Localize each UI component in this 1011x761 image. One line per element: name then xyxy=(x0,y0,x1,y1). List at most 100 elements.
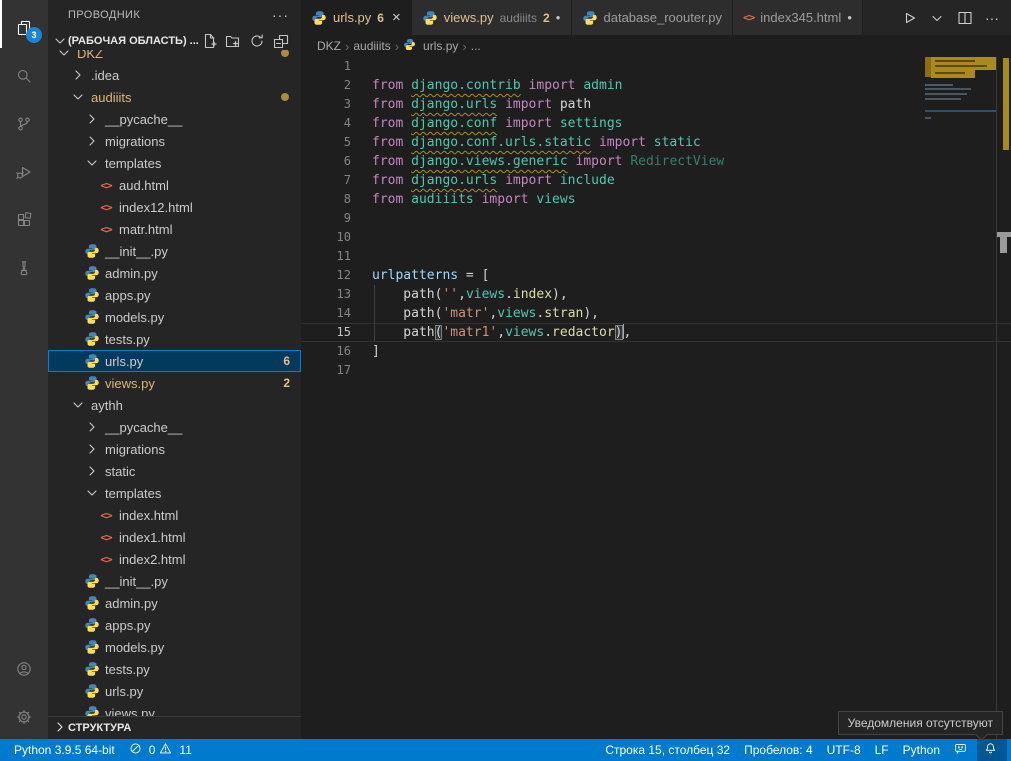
tree-item-__init__.py[interactable]: __init__.py xyxy=(48,240,301,262)
more-actions-icon[interactable]: ··· xyxy=(272,7,289,23)
tree-item-templates[interactable]: templates xyxy=(48,482,301,504)
tree-item-migrations[interactable]: migrations xyxy=(48,130,301,152)
tree-item-apps.py[interactable]: apps.py xyxy=(48,614,301,636)
statusbar-problems[interactable]: 011 xyxy=(122,739,199,761)
minimap[interactable] xyxy=(925,57,997,739)
statusbar-eol[interactable]: LF xyxy=(868,739,896,761)
code-token: , xyxy=(624,325,632,340)
new-folder-icon[interactable] xyxy=(225,33,241,49)
tree-item-index1.html[interactable]: <>index1.html xyxy=(48,526,301,548)
code-editor[interactable]: 12from django.contrib import admin3from … xyxy=(301,57,1011,739)
code-line-12[interactable]: 12urlpatterns = [ xyxy=(301,266,1011,285)
activitybar-item-accounts[interactable] xyxy=(0,641,48,689)
breadcrumb-item-urls.py[interactable]: urls.py xyxy=(403,38,458,54)
statusbar-notifications[interactable] xyxy=(977,739,1007,761)
statusbar-language-mode[interactable]: Python xyxy=(896,739,947,761)
tree-item-views.py[interactable]: views.py2 xyxy=(48,372,301,394)
tree-item-index.html[interactable]: <>index.html xyxy=(48,504,301,526)
tree-item-tests.py[interactable]: tests.py xyxy=(48,658,301,680)
breadcrumb: DKZ›audiiits›urls.py›... xyxy=(301,35,1011,57)
code-token: ), xyxy=(583,306,599,321)
tree-item-admin.py[interactable]: admin.py xyxy=(48,262,301,284)
refresh-icon[interactable] xyxy=(249,33,265,49)
tree-item-views.py[interactable]: views.py xyxy=(48,702,301,717)
new-file-icon[interactable] xyxy=(201,33,217,49)
code-line-8[interactable]: 8from audiiits import views xyxy=(301,190,1011,209)
more-actions-icon[interactable]: ··· xyxy=(985,10,999,26)
code-line-2[interactable]: 2from django.contrib import admin xyxy=(301,76,1011,95)
tree-item-matr.html[interactable]: <>matr.html xyxy=(48,218,301,240)
tree-item-.idea[interactable]: .idea xyxy=(48,64,301,86)
tree-item-__pycache__[interactable]: __pycache__ xyxy=(48,416,301,438)
tab-urls.py[interactable]: urls.py6× xyxy=(301,0,412,35)
code-line-11[interactable]: 11 xyxy=(301,247,1011,266)
code-line-3[interactable]: 3from django.urls import path xyxy=(301,95,1011,114)
run-dropdown-icon[interactable] xyxy=(929,10,945,26)
scrollbar[interactable] xyxy=(996,57,1011,739)
code-token: django.contrib xyxy=(411,78,521,93)
code-line-10[interactable]: 10 xyxy=(301,228,1011,247)
statusbar-feedback[interactable] xyxy=(947,739,977,761)
breadcrumb-item-...[interactable]: ... xyxy=(471,39,481,53)
code-line-16[interactable]: 16] xyxy=(301,342,1011,361)
tree-item-label: index.html xyxy=(119,508,178,523)
code-line-5[interactable]: 5from django.conf.urls.static import sta… xyxy=(301,133,1011,152)
extensions-icon xyxy=(16,208,32,224)
tree-item-migrations[interactable]: migrations xyxy=(48,438,301,460)
breadcrumb-item-DKZ[interactable]: DKZ xyxy=(317,39,341,53)
workspace-section-header[interactable]: (РАБОЧАЯ ОБЛАСТЬ) ... xyxy=(48,30,301,52)
activitybar-item-explorer[interactable]: 3 xyxy=(0,0,48,48)
activitybar-item-source-control[interactable] xyxy=(0,96,48,144)
tree-item-__pycache__[interactable]: __pycache__ xyxy=(48,108,301,130)
code-line-1[interactable]: 1 xyxy=(301,57,1011,76)
tree-item-static[interactable]: static xyxy=(48,460,301,482)
code-line-9[interactable]: 9 xyxy=(301,209,1011,228)
tree-item-index2.html[interactable]: <>index2.html xyxy=(48,548,301,570)
code-line-13[interactable]: 13 path('',views.index), xyxy=(301,285,1011,304)
statusbar-indentation[interactable]: Пробелов: 4 xyxy=(737,739,820,761)
activitybar-item-settings[interactable] xyxy=(0,689,48,737)
activitybar-item-testing[interactable] xyxy=(0,240,48,288)
close-icon[interactable]: × xyxy=(392,10,401,25)
tab-database_roouter.py[interactable]: database_roouter.py xyxy=(572,0,734,35)
activitybar-item-search[interactable] xyxy=(0,48,48,96)
split-editor-icon[interactable] xyxy=(957,10,973,26)
tree-item-models.py[interactable]: models.py xyxy=(48,636,301,658)
code-token xyxy=(552,97,560,112)
tree-item-templates[interactable]: templates xyxy=(48,152,301,174)
code-line-4[interactable]: 4from django.conf import settings xyxy=(301,114,1011,133)
line-number: 7 xyxy=(301,171,351,190)
tree-item-DKZ[interactable]: DKZ xyxy=(48,50,301,64)
code-line-14[interactable]: 14 path('matr',views.stran), xyxy=(301,304,1011,323)
code-line-6[interactable]: 6from django.views.generic import Redire… xyxy=(301,152,1011,171)
tab-index345.html[interactable]: <>index345.html● xyxy=(733,0,863,35)
tab-views.py[interactable]: views.pyaudiiits2● xyxy=(412,0,572,35)
line-content: from django.conf.urls.static import stat… xyxy=(372,133,701,152)
code-line-7[interactable]: 7from django.urls import include xyxy=(301,171,1011,190)
code-line-15[interactable]: 15 path('matr1',views.redactor), xyxy=(301,323,1011,342)
tree-item-urls.py[interactable]: urls.py6 xyxy=(48,350,301,372)
activitybar-item-run-debug[interactable] xyxy=(0,144,48,192)
statusbar-cursor-position[interactable]: Строка 15, столбец 32 xyxy=(598,739,737,761)
tree-item-aud.html[interactable]: <>aud.html xyxy=(48,174,301,196)
tree-item-admin.py[interactable]: admin.py xyxy=(48,592,301,614)
tree-item-apps.py[interactable]: apps.py xyxy=(48,284,301,306)
modified-dot-icon[interactable]: ● xyxy=(556,13,561,22)
tree-item-tests.py[interactable]: tests.py xyxy=(48,328,301,350)
statusbar-encoding[interactable]: UTF-8 xyxy=(820,739,868,761)
code-line-17[interactable]: 17 xyxy=(301,361,1011,380)
statusbar-python-version[interactable]: Python 3.9.5 64-bit xyxy=(7,739,122,761)
tree-item-index12.html[interactable]: <>index12.html xyxy=(48,196,301,218)
modified-dot-icon[interactable]: ● xyxy=(847,13,852,22)
outline-section-header[interactable]: СТРУКТУРА xyxy=(48,716,301,739)
breadcrumb-item-audiiits[interactable]: audiiits xyxy=(353,39,390,53)
tree-item-__init__.py[interactable]: __init__.py xyxy=(48,570,301,592)
tree-item-audiiits[interactable]: audiiits xyxy=(48,86,301,108)
tree-item-aythh[interactable]: aythh xyxy=(48,394,301,416)
tree-item-urls.py[interactable]: urls.py xyxy=(48,680,301,702)
run-icon[interactable] xyxy=(901,10,917,26)
tree-item-models.py[interactable]: models.py xyxy=(48,306,301,328)
collapse-all-icon[interactable] xyxy=(273,33,289,49)
code-token xyxy=(403,135,411,150)
activitybar-item-extensions[interactable] xyxy=(0,192,48,240)
